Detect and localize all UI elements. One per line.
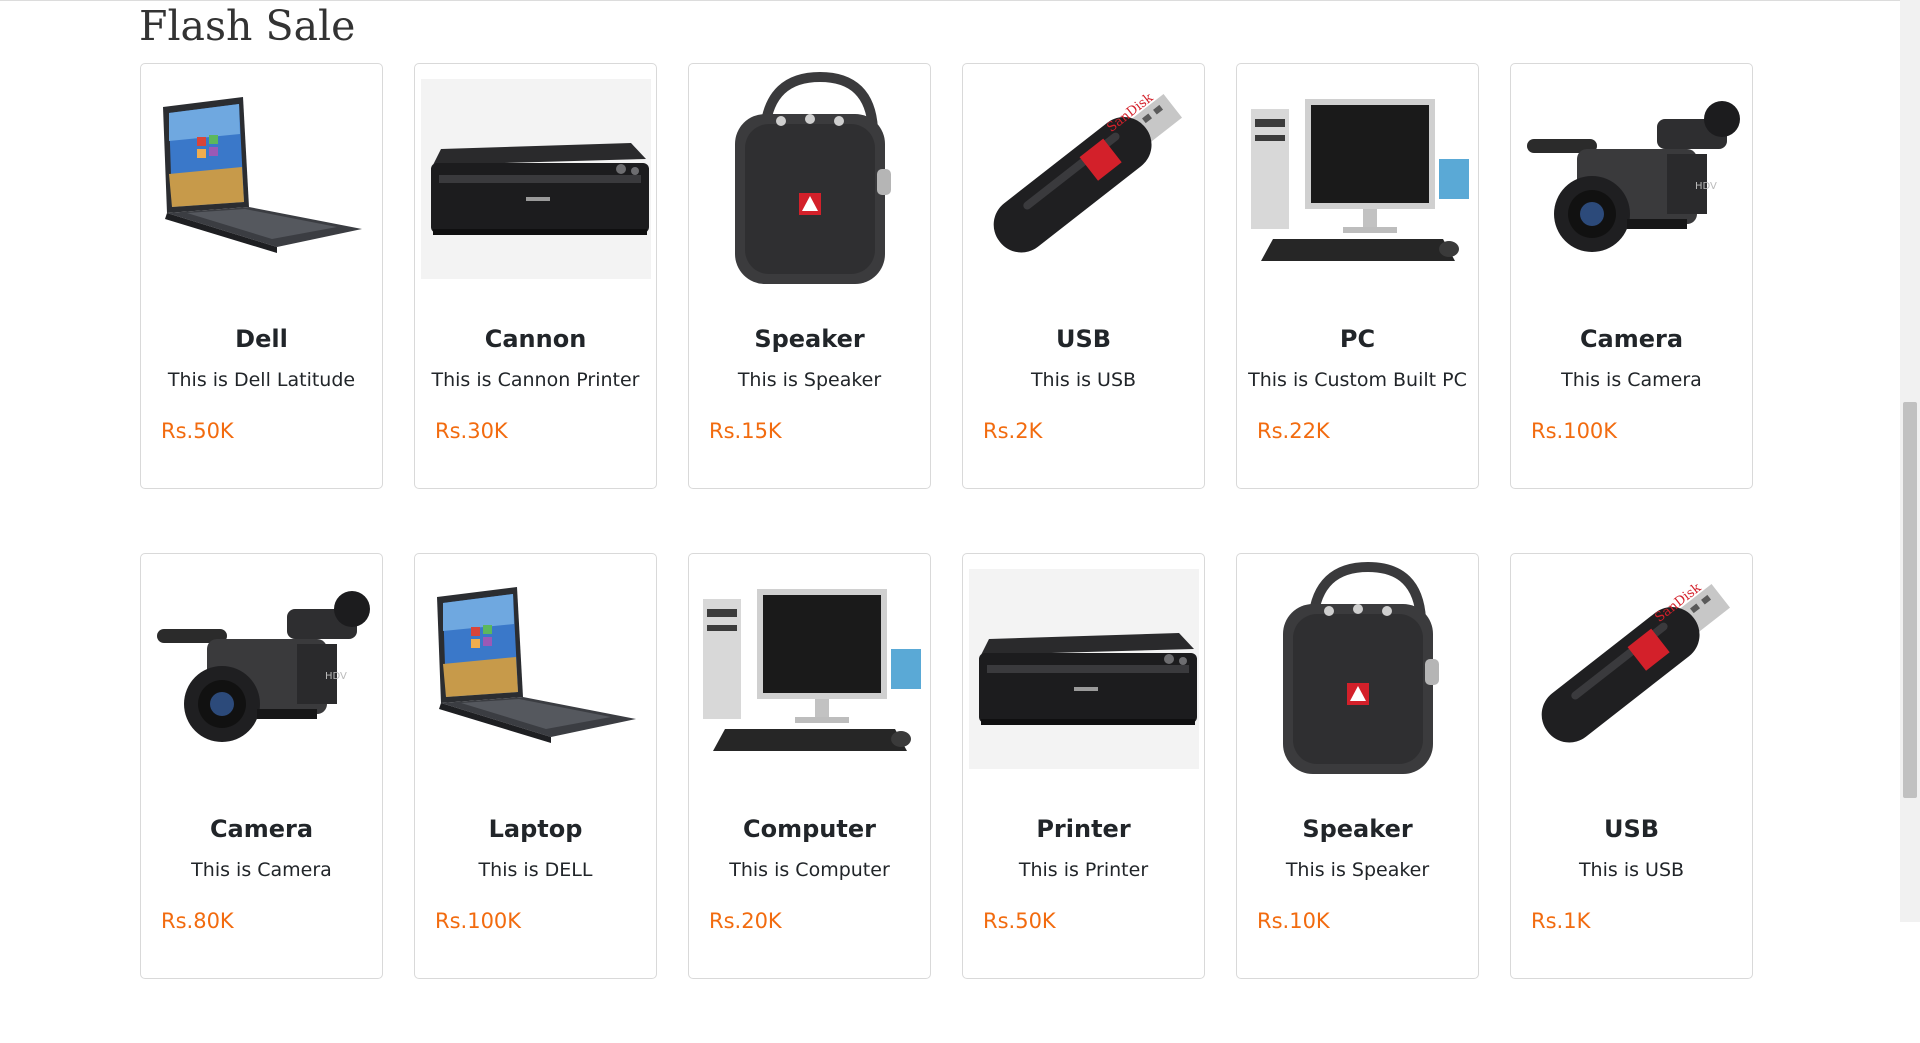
product-image[interactable]: HDV <box>1511 64 1752 294</box>
product-price: Rs.80K <box>161 909 234 933</box>
product-description: This is Camera <box>1561 369 1702 391</box>
product-card[interactable]: Laptop This is DELL Rs.100K <box>414 553 657 979</box>
product-name: Laptop <box>488 815 583 843</box>
product-name: Computer <box>743 815 876 843</box>
product-image[interactable] <box>963 554 1204 784</box>
product-card[interactable]: HDV Camera This is Camera Rs.80K <box>140 553 383 979</box>
product-price: Rs.22K <box>1257 419 1330 443</box>
section-title: Flash Sale <box>139 2 356 50</box>
pc-icon <box>702 589 921 751</box>
product-price: Rs.10K <box>1257 909 1330 933</box>
product-description: This is Printer <box>1018 859 1149 881</box>
product-image[interactable] <box>1237 64 1478 294</box>
product-name: Cannon <box>484 325 587 353</box>
product-price: Rs.100K <box>435 909 522 933</box>
camera-icon: HDV <box>156 591 370 742</box>
product-card[interactable]: Printer This is Printer Rs.50K <box>962 553 1205 979</box>
scrollbar-thumb[interactable] <box>1903 402 1917 798</box>
product-description: This is Speaker <box>737 369 882 391</box>
product-price: Rs.15K <box>709 419 782 443</box>
product-image[interactable] <box>689 554 930 784</box>
product-image[interactable] <box>415 554 656 784</box>
product-name: PC <box>1339 325 1376 353</box>
speaker-icon <box>734 71 891 284</box>
product-image[interactable]: SanDisk <box>963 64 1204 294</box>
product-image[interactable]: HDV <box>141 554 382 784</box>
product-card[interactable]: Dell This is Dell Latitude Rs.50K <box>140 63 383 489</box>
product-image[interactable] <box>689 64 930 294</box>
product-card[interactable]: HDV Camera This is Camera Rs.100K <box>1510 63 1753 489</box>
product-description: This is USB <box>1578 859 1685 881</box>
product-card[interactable]: PC This is Custom Built PC Rs.22K <box>1236 63 1479 489</box>
product-name: Camera <box>1579 325 1684 353</box>
product-price: Rs.20K <box>709 909 782 933</box>
product-card[interactable]: SanDisk USB This is USB Rs.1K <box>1510 553 1753 979</box>
printer-icon <box>968 569 1199 769</box>
product-card[interactable]: Computer This is Computer Rs.20K <box>688 553 931 979</box>
product-name: Printer <box>1036 815 1131 843</box>
product-description: This is Speaker <box>1285 859 1430 881</box>
usb-icon: SanDisk <box>1541 580 1730 743</box>
product-row: Dell This is Dell Latitude Rs.50K Cannon… <box>140 63 1760 489</box>
product-name: Camera <box>209 815 314 843</box>
product-price: Rs.30K <box>435 419 508 443</box>
product-price: Rs.2K <box>983 419 1043 443</box>
product-grid: Dell This is Dell Latitude Rs.50K Cannon… <box>140 63 1760 1043</box>
product-description: This is Camera <box>191 859 332 881</box>
product-name: USB <box>1603 815 1660 843</box>
svg-text:HDV: HDV <box>325 671 347 682</box>
camera-icon: HDV <box>1526 101 1740 252</box>
laptop-icon <box>436 587 636 743</box>
product-card[interactable]: SanDisk USB This is USB Rs.2K <box>962 63 1205 489</box>
product-name: Dell <box>235 325 288 353</box>
vertical-scrollbar[interactable] <box>1900 0 1920 922</box>
product-price: Rs.50K <box>983 909 1056 933</box>
printer-icon <box>420 79 651 279</box>
product-card[interactable]: Speaker This is Speaker Rs.15K <box>688 63 931 489</box>
product-price: Rs.100K <box>1531 419 1618 443</box>
speaker-icon <box>1282 561 1439 774</box>
product-description: This is Computer <box>729 859 890 881</box>
product-row: HDV Camera This is Camera Rs.80K Laptop … <box>140 553 1760 979</box>
svg-text:HDV: HDV <box>1695 181 1717 192</box>
pc-icon <box>1250 99 1469 261</box>
product-description: This is Cannon Printer <box>431 369 640 391</box>
usb-icon: SanDisk <box>993 90 1182 253</box>
product-description: This is Dell Latitude <box>167 369 356 391</box>
product-image[interactable] <box>141 64 382 294</box>
product-image[interactable] <box>415 64 656 294</box>
product-description: This is USB <box>1030 369 1137 391</box>
product-description: This is DELL <box>478 859 593 881</box>
product-name: Speaker <box>1302 815 1413 843</box>
product-image[interactable] <box>1237 554 1478 784</box>
product-name: Speaker <box>754 325 865 353</box>
product-card[interactable]: Cannon This is Cannon Printer Rs.30K <box>414 63 657 489</box>
product-image[interactable]: SanDisk <box>1511 554 1752 784</box>
product-description: This is Custom Built PC <box>1248 369 1467 391</box>
product-name: USB <box>1055 325 1112 353</box>
product-price: Rs.1K <box>1531 909 1591 933</box>
product-card[interactable]: Speaker This is Speaker Rs.10K <box>1236 553 1479 979</box>
laptop-icon <box>162 97 362 253</box>
product-price: Rs.50K <box>161 419 234 443</box>
